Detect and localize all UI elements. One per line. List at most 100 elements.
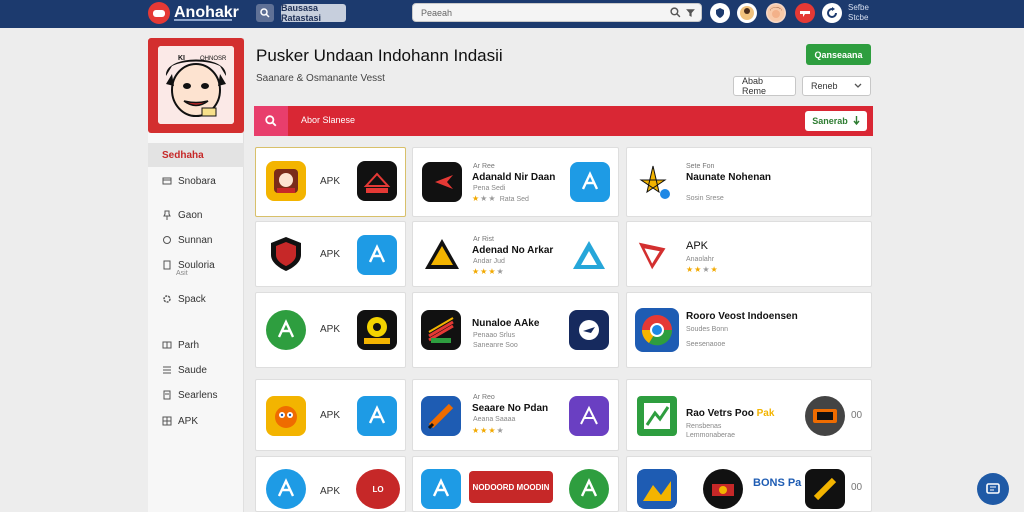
app-card[interactable]: Nunaloe AAke Penaao Srlus Saneanre Soo xyxy=(412,292,619,368)
rating-stars: ★★★ Rata Sed xyxy=(472,194,529,203)
sidebar-item-label: Parh xyxy=(178,339,200,351)
apk-label: APK xyxy=(320,486,341,497)
app-card[interactable]: Ar Reo Seaare No Pdan Aeana Saaaa ★★★★ xyxy=(412,379,619,451)
sidebar-item-label: Snobara xyxy=(178,175,216,187)
card-meta-secondary: Lemmonaberae xyxy=(686,432,736,439)
card-title: APK xyxy=(686,240,709,252)
search-icon xyxy=(260,8,270,18)
svg-text:OHNOSR: OHNOSR xyxy=(200,56,227,62)
rating-stars: ★★★★ xyxy=(472,426,505,435)
avatar[interactable] xyxy=(766,3,786,23)
app-card[interactable]: APK Anaolahr ★★★★ xyxy=(626,221,872,287)
sidebar-item-label: Searlens xyxy=(178,389,218,401)
doc-icon xyxy=(163,260,171,270)
sidebar-item-label: Sedhaha xyxy=(162,149,204,161)
apk-label: APK xyxy=(320,324,341,335)
app-card[interactable]: Sete Fon Naunate Nohenan Sosin Srese xyxy=(626,147,872,217)
filter-search-button[interactable] xyxy=(254,106,288,136)
triangle-app-icon xyxy=(569,235,609,275)
sidebar-item-label: Spack xyxy=(178,293,206,305)
card-side-count: 00 xyxy=(851,410,863,421)
cartoon-app-icon xyxy=(357,310,397,350)
app-card[interactable]: BONS Pa 00 xyxy=(626,456,872,512)
sidebar-item-saude[interactable]: Saude xyxy=(148,358,244,382)
cartoon-app-icon xyxy=(266,161,306,201)
app-card[interactable]: Ar Rist Adenad No Arkar Andar Jud ★★★★ xyxy=(412,221,619,287)
card-meta: Andar Jud xyxy=(473,258,505,265)
bird-app-icon xyxy=(569,310,609,350)
card-title: Naunate Nohenan xyxy=(686,172,772,183)
app-card[interactable]: Ar Ree Adanald Nir Daan Pena Sedi ★★★ Ra… xyxy=(412,147,619,217)
sort-dropdown-label: Reneb xyxy=(811,81,838,91)
sidebar-item-label: Sunnan xyxy=(178,234,213,246)
card-icon xyxy=(162,177,172,185)
chat-button[interactable] xyxy=(977,473,1009,505)
card-meta-secondary: Seesenaooe xyxy=(686,341,726,348)
app-card[interactable]: APK xyxy=(255,221,406,287)
refresh-icon[interactable] xyxy=(822,3,842,23)
card-side-count: 00 xyxy=(851,482,863,493)
profile-avatar-small[interactable] xyxy=(737,3,757,23)
sidebar-item-souloria[interactable]: Souloria Asit xyxy=(148,253,244,277)
sidebar-item-gaon[interactable]: Gaon xyxy=(148,203,244,227)
apk-label: APK xyxy=(320,249,341,260)
rating-stars: ★★★★ xyxy=(686,265,719,274)
filter-icon[interactable] xyxy=(685,7,696,18)
sort-dropdown[interactable]: Reneb xyxy=(802,76,871,96)
sidebar: KI OHNOSR Sedhaha Snobara Gaon Sunnan So… xyxy=(148,38,244,512)
appstore-icon xyxy=(357,396,397,436)
sidebar-item-label: Saude xyxy=(178,364,207,376)
chevron-down-icon xyxy=(854,83,862,88)
chrome-app-icon xyxy=(635,308,679,352)
apk-label: APK xyxy=(320,176,341,187)
card-meta: Rensbenas xyxy=(686,423,722,430)
card-title: Adanald Nir Daan xyxy=(472,172,556,183)
filter-bar-text[interactable]: Abor Slanese xyxy=(301,115,355,125)
card-small-label: Ar Ree xyxy=(473,163,495,170)
app-card[interactable]: APK xyxy=(255,292,406,368)
sidebar-item-apk[interactable]: APK xyxy=(148,409,244,433)
sidebar-item-parh[interactable]: Parh xyxy=(148,333,244,357)
cartoon-face-image: KI OHNOSR xyxy=(158,46,234,124)
sidebar-item-sunnan[interactable]: Sunnan xyxy=(148,228,244,252)
chart-app-icon xyxy=(637,396,677,436)
app-card[interactable]: Rao Vetrs Poo Pak Rensbenas Lemmonaberae… xyxy=(626,379,872,451)
search-input[interactable]: Peaeah xyxy=(412,3,702,22)
app-card[interactable]: APK xyxy=(255,147,406,217)
card-title: Seaare No Pdan xyxy=(472,403,549,414)
sidebar-item-label: APK xyxy=(178,415,199,427)
appstore-icon xyxy=(357,235,397,275)
lo-badge-icon: LO xyxy=(356,469,400,509)
channel-profile-image[interactable]: KI OHNOSR xyxy=(148,38,244,133)
shield-app-icon xyxy=(266,234,306,274)
card-meta: Sosin Srese xyxy=(686,195,724,202)
circle-icon xyxy=(163,236,171,244)
list-icon xyxy=(163,366,171,374)
top-bar: Anohakr Bausasa Ratastasi Peaeah Sefbe S… xyxy=(0,0,1024,28)
app-card[interactable]: NODOORD MOODIN xyxy=(412,456,619,512)
sidebar-item-snobara[interactable]: Snobara xyxy=(148,169,244,193)
chat-icon xyxy=(986,483,1000,494)
search-icon[interactable] xyxy=(670,7,681,18)
card-small-label: Ar Rist xyxy=(473,236,494,243)
sidebar-item-spack[interactable]: Spack xyxy=(148,287,244,311)
category-pill[interactable]: Bausasa Ratastasi xyxy=(281,3,346,23)
app-card[interactable]: Rooro Veost Indoensen Soudes Bonn Seesen… xyxy=(626,292,872,368)
download-icon xyxy=(853,116,860,126)
notification-icon[interactable] xyxy=(795,3,815,23)
pencil-app-icon xyxy=(421,396,461,436)
app-card[interactable]: APK LO xyxy=(255,456,406,512)
grid-icon xyxy=(162,416,172,426)
doc-icon xyxy=(163,390,171,400)
sidebar-item-sedhaha[interactable]: Sedhaha xyxy=(148,143,244,167)
filter-apply-button[interactable]: Sanerab xyxy=(805,111,867,131)
app-card[interactable]: APK xyxy=(255,379,406,451)
subscribe-button[interactable]: Qanseaana xyxy=(806,44,871,65)
sidebar-item-searlens[interactable]: Searlens xyxy=(148,383,244,407)
add-button[interactable]: Abab Reme xyxy=(733,76,796,96)
status-line-2: Stcbe xyxy=(848,13,869,22)
shield-icon[interactable] xyxy=(710,3,730,23)
search-placeholder: Peaeah xyxy=(421,8,453,18)
sidebar-item-label: Souloria xyxy=(178,259,215,271)
search-toggle-button[interactable] xyxy=(256,4,274,22)
